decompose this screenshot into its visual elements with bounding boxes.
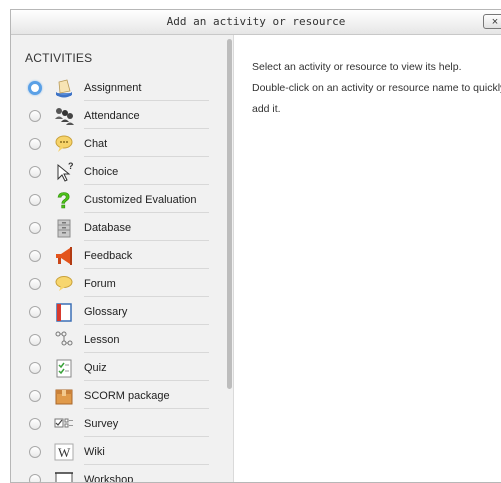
choice-icon: ? [53,161,75,183]
book-icon [53,301,75,323]
activity-label: Assignment [84,82,142,94]
help-text-panel: Select an activity or resource to view i… [252,57,501,120]
activity-item-lesson[interactable]: Lesson [11,325,225,353]
activity-label: Choice [84,166,119,178]
activity-item-database[interactable]: Database [11,213,225,241]
activity-item-feedback[interactable]: Feedback [11,241,225,269]
activity-radio[interactable] [29,418,41,430]
activity-radio[interactable] [29,194,41,206]
lesson-icon [53,329,75,351]
quiz-icon [53,357,75,379]
list-scrollbar[interactable] [225,35,233,482]
activity-radio[interactable] [28,81,42,95]
activity-item-assignment[interactable]: Assignment [11,73,225,101]
activity-radio[interactable] [29,334,41,346]
svg-text:?: ? [68,161,74,171]
add-activity-dialog: Add an activity or resource × ACTIVITIES… [10,9,501,483]
activity-radio[interactable] [29,474,41,482]
activity-label: Survey [84,418,119,430]
package-icon [53,385,75,407]
activity-item-customized-evaluation[interactable]: ? Customized Evaluation [11,185,225,213]
dialog-title: Add an activity or resource [166,15,346,28]
activity-radio[interactable] [29,110,41,122]
survey-icon [53,413,75,435]
section-title-activities: ACTIVITIES [25,51,93,65]
svg-text:W: W [58,445,71,460]
attendance-icon [53,105,75,127]
assignment-icon [53,77,75,99]
activity-radio[interactable] [29,362,41,374]
chat-icon [53,133,75,155]
activity-list: Assignment Attendance Chat ? Choice ? Cu… [11,73,225,482]
dialog-titlebar: Add an activity or resource × [11,10,501,35]
activity-label: Customized Evaluation [84,194,197,206]
question-icon: ? [53,189,75,211]
activity-radio[interactable] [29,278,41,290]
activity-radio[interactable] [29,222,41,234]
activity-label: Chat [84,138,108,150]
forum-icon [53,273,75,295]
activity-item-glossary[interactable]: Glossary [11,297,225,325]
activity-list-panel: ACTIVITIES Assignment Attendance Chat ? … [11,35,234,482]
scrollbar-thumb[interactable] [227,39,232,389]
database-icon [53,217,75,239]
activity-radio[interactable] [29,446,41,458]
activity-item-quiz[interactable]: Quiz [11,353,225,381]
activity-item-scorm-package[interactable]: SCORM package [11,381,225,409]
activity-radio[interactable] [29,250,41,262]
activity-label: Forum [84,278,116,290]
close-button[interactable]: × [483,14,501,29]
activity-radio[interactable] [29,390,41,402]
activity-radio[interactable] [29,166,41,178]
workshop-icon [53,469,75,482]
activity-label: Glossary [84,306,128,318]
activity-item-wiki[interactable]: W Wiki [11,437,225,465]
activity-item-workshop[interactable]: Workshop [11,465,225,482]
activity-item-chat[interactable]: Chat [11,129,225,157]
activity-item-attendance[interactable]: Attendance [11,101,225,129]
activity-item-forum[interactable]: Forum [11,269,225,297]
wiki-icon: W [53,441,75,463]
svg-text:?: ? [57,189,70,211]
activity-label: Feedback [84,250,133,262]
activity-label: Wiki [84,446,105,458]
activity-label: SCORM package [84,390,170,402]
activity-label: Workshop [84,474,134,482]
activity-label: Database [84,222,132,234]
activity-radio[interactable] [29,306,41,318]
activity-label: Attendance [84,110,140,122]
activity-item-choice[interactable]: ? Choice [11,157,225,185]
activity-radio[interactable] [29,138,41,150]
activity-label: Lesson [84,334,120,346]
activity-label: Quiz [84,362,107,374]
megaphone-icon [53,245,75,267]
help-line-select: Select an activity or resource to view i… [252,61,462,73]
activity-item-survey[interactable]: Survey [11,409,225,437]
help-line-double-click: Double-click on an activity or resource … [252,82,501,115]
